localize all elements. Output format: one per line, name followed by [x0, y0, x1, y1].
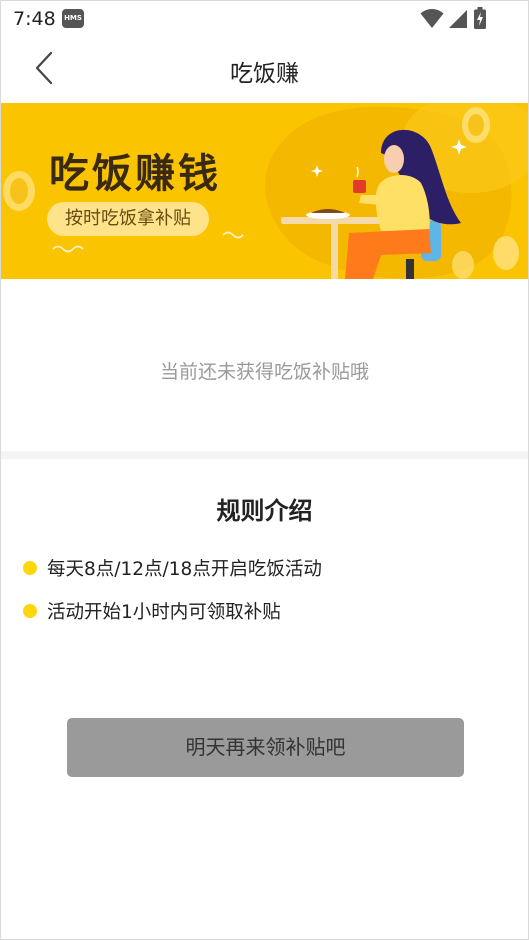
status-icons — [420, 7, 490, 29]
rules-title: 规则介绍 — [216, 497, 313, 525]
battery-charging-icon — [474, 7, 486, 29]
page-title: 吃饭赚 — [230, 61, 299, 87]
claim-subsidy-button[interactable]: 明天再来领补贴吧 — [67, 718, 464, 777]
rule-text: 活动开始1小时内可领取补贴 — [47, 602, 281, 623]
promo-banner: 吃饭赚钱 按时吃饭拿补贴 — [1, 103, 528, 279]
bullet-dot-icon — [23, 561, 37, 575]
status-time: 7:48 — [13, 8, 56, 30]
nav-bar: 吃饭赚 — [1, 35, 528, 103]
empty-state-message: 当前还未获得吃饭补贴哦 — [159, 361, 369, 383]
banner-title: 吃饭赚钱 — [49, 151, 221, 197]
signal-icon — [449, 10, 467, 28]
banner-subtitle-pill: 按时吃饭拿补贴 — [47, 202, 209, 236]
section-divider — [1, 451, 528, 459]
hms-badge: HMS — [62, 9, 84, 28]
app-screen: 7:48 HMS 吃饭赚 吃饭赚钱 按时吃饭拿补贴 当前还未获得吃饭补贴哦 规则… — [0, 0, 529, 940]
bullet-dot-icon — [23, 604, 37, 618]
rule-text: 每天8点/12点/18点开启吃饭活动 — [47, 559, 322, 580]
status-bar: 7:48 HMS — [1, 1, 528, 35]
wifi-icon — [420, 9, 444, 28]
